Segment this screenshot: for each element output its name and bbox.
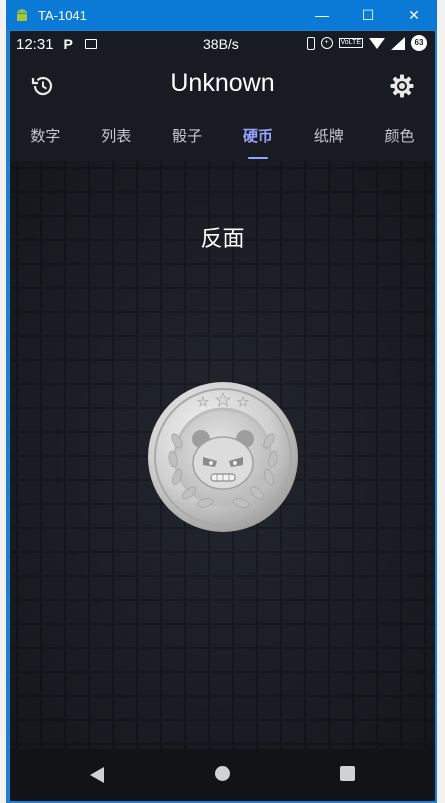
tab-cards[interactable]: 纸牌 [293, 115, 364, 161]
tab-number[interactable]: 数字 [10, 115, 81, 161]
back-icon[interactable] [90, 767, 104, 783]
app-title: Unknown [170, 69, 275, 97]
data-saver-icon: + [320, 37, 333, 49]
signal-icon [391, 36, 405, 50]
coin-result: 反面 [200, 227, 245, 252]
battery-icon: 63 [411, 35, 427, 51]
tab-list[interactable]: 列表 [81, 115, 152, 161]
window-titlebar[interactable]: TA-1041 — ☐ ✕ [6, 0, 437, 30]
app-notification-icon: P [63, 36, 73, 52]
image-notification-icon [84, 39, 97, 49]
app-bar: Unknown [10, 57, 435, 115]
maximize-button[interactable]: ☐ [345, 0, 391, 30]
gear-icon[interactable] [389, 73, 415, 99]
phone-screen: 12:31 P 38B/s + VoLTE 63 Unknown 数字 列表 骰… [10, 31, 435, 801]
home-icon[interactable] [215, 766, 230, 781]
desktop-background-right [437, 0, 445, 803]
wifi-icon [369, 37, 385, 49]
tab-coin[interactable]: 硬币 [222, 115, 293, 161]
coin-tails-icon[interactable] [147, 381, 299, 533]
tab-color[interactable]: 颜色 [364, 115, 435, 161]
recent-apps-icon[interactable] [340, 766, 355, 781]
status-icons: + VoLTE 63 [306, 35, 427, 51]
window-title: TA-1041 [38, 7, 87, 23]
network-speed: 38B/s [203, 36, 239, 52]
tab-dice[interactable]: 骰子 [152, 115, 223, 161]
status-time: 12:31 [16, 35, 54, 53]
status-bar: 12:31 P 38B/s + VoLTE 63 [10, 31, 435, 57]
vibrate-icon [306, 36, 315, 50]
minimize-button[interactable]: — [299, 0, 345, 30]
volte-icon: VoLTE [338, 38, 363, 48]
android-icon [17, 9, 27, 21]
android-nav-bar [10, 749, 435, 801]
close-button[interactable]: ✕ [391, 0, 437, 30]
mode-tabs: 数字 列表 骰子 硬币 纸牌 颜色 [10, 115, 435, 161]
